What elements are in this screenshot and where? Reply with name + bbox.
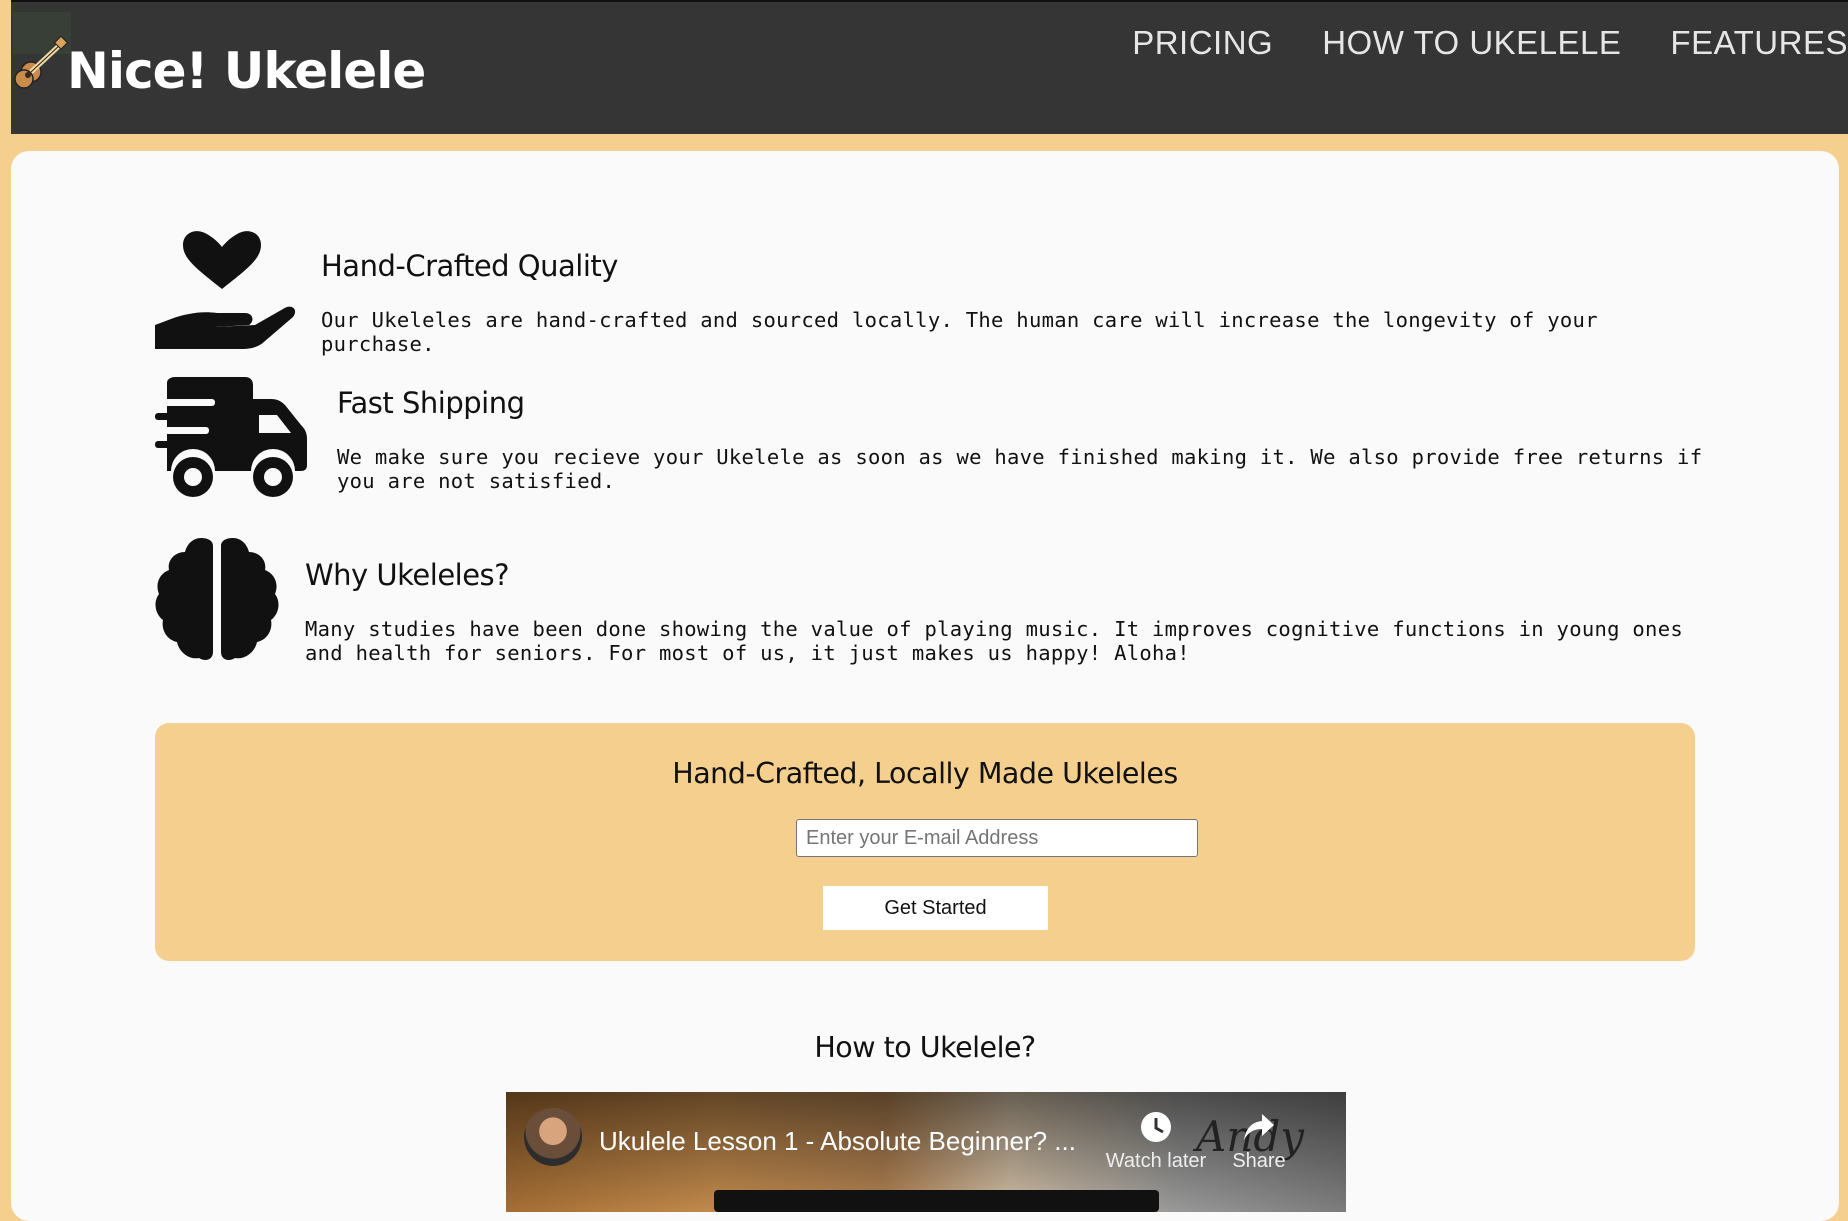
video-heading: How to Ukelele? bbox=[814, 1031, 1036, 1064]
top-nav: Nice! Ukelele PRICING HOW TO UKELELE FEA… bbox=[11, 2, 1848, 134]
signup-box: Hand-Crafted, Locally Made Ukeleles Get … bbox=[155, 723, 1695, 961]
clock-icon bbox=[1141, 1112, 1171, 1142]
brand-name: Nice! Ukelele bbox=[67, 42, 426, 100]
feature-title: Why Ukeleles? bbox=[305, 558, 510, 592]
feature-why-ukeleles: Why Ukeleles? Many studies have been don… bbox=[155, 538, 1715, 665]
get-started-button[interactable]: Get Started bbox=[823, 886, 1048, 930]
watch-later-label: Watch later bbox=[1105, 1150, 1207, 1172]
video-play-bar[interactable] bbox=[714, 1190, 1159, 1212]
signup-heading: Hand-Crafted, Locally Made Ukeleles bbox=[672, 757, 1178, 790]
video-embed[interactable]: Ukulele Lesson 1 - Absolute Beginner? ..… bbox=[506, 1092, 1346, 1212]
main-card: Hand-Crafted Quality Our Ukeleles are ha… bbox=[11, 151, 1839, 1221]
feature-title: Hand-Crafted Quality bbox=[321, 249, 618, 283]
share-icon bbox=[1244, 1114, 1274, 1140]
email-input[interactable] bbox=[796, 819, 1198, 857]
video-title[interactable]: Ukulele Lesson 1 - Absolute Beginner? ..… bbox=[599, 1126, 1076, 1157]
brain-icon bbox=[155, 538, 279, 660]
nav-link-pricing[interactable]: PRICING bbox=[1083, 24, 1273, 62]
share-label: Share bbox=[1232, 1150, 1286, 1172]
feature-fast-shipping: Fast Shipping We make sure you recieve y… bbox=[155, 377, 1715, 502]
feature-text: We make sure you recieve your Ukelele as… bbox=[337, 445, 1703, 493]
ukulele-icon bbox=[14, 35, 69, 89]
hand-heart-icon bbox=[155, 231, 295, 349]
feature-title: Fast Shipping bbox=[337, 386, 525, 420]
shipping-truck-icon bbox=[155, 377, 307, 497]
feature-hand-crafted: Hand-Crafted Quality Our Ukeleles are ha… bbox=[155, 229, 1715, 356]
feature-text: Our Ukeleles are hand-crafted and source… bbox=[321, 308, 1598, 356]
nav-links: PRICING HOW TO UKELELE FEATURES bbox=[1083, 24, 1848, 62]
logo[interactable] bbox=[11, 12, 71, 92]
channel-avatar[interactable] bbox=[524, 1108, 582, 1166]
left-strip bbox=[0, 0, 11, 1204]
nav-link-how-to-ukelele[interactable]: HOW TO UKELELE bbox=[1273, 24, 1621, 62]
nav-link-features[interactable]: FEATURES bbox=[1621, 24, 1848, 62]
watch-later-button[interactable]: Watch later bbox=[1101, 1110, 1211, 1173]
share-button[interactable]: Share bbox=[1219, 1110, 1299, 1173]
feature-text: Many studies have been done showing the … bbox=[305, 617, 1683, 665]
